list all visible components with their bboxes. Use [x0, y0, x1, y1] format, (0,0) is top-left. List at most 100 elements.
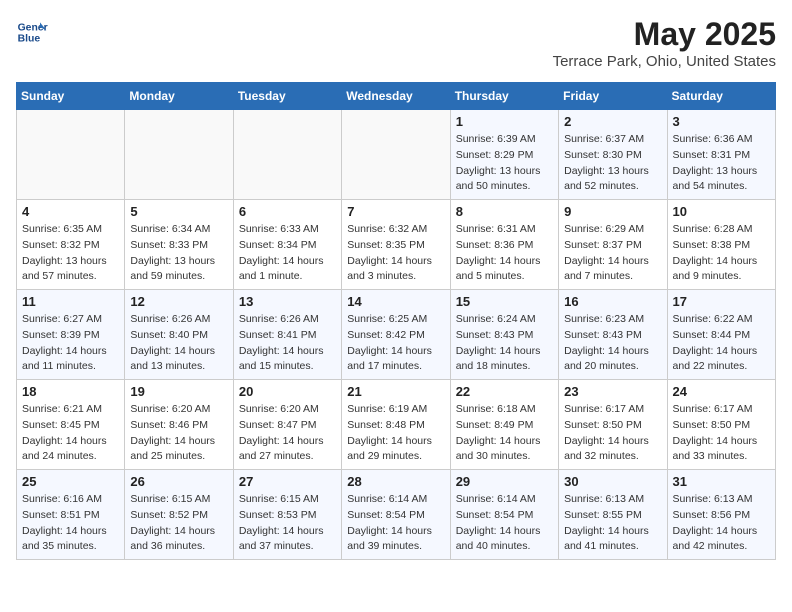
day-number: 25	[22, 474, 119, 489]
calendar-header: SundayMondayTuesdayWednesdayThursdayFrid…	[17, 83, 776, 110]
day-number: 12	[130, 294, 227, 309]
day-info: Sunrise: 6:13 AM Sunset: 8:56 PM Dayligh…	[673, 492, 770, 555]
subtitle: Terrace Park, Ohio, United States	[553, 53, 776, 70]
day-info: Sunrise: 6:27 AM Sunset: 8:39 PM Dayligh…	[22, 312, 119, 375]
title-block: May 2025 Terrace Park, Ohio, United Stat…	[553, 16, 776, 70]
day-number: 17	[673, 294, 770, 309]
day-number: 28	[347, 474, 444, 489]
day-info: Sunrise: 6:25 AM Sunset: 8:42 PM Dayligh…	[347, 312, 444, 375]
day-number: 15	[456, 294, 553, 309]
week-row-1: 1 Sunrise: 6:39 AM Sunset: 8:29 PM Daylig…	[17, 110, 776, 200]
header-day-wednesday: Wednesday	[342, 83, 450, 110]
calendar-cell: 6Sunrise: 6:33 AM Sunset: 8:34 PM Daylig…	[233, 200, 341, 290]
day-info: Sunrise: 6:14 AM Sunset: 8:54 PM Dayligh…	[456, 492, 553, 555]
day-info: Sunrise: 6:26 AM Sunset: 8:41 PM Dayligh…	[239, 312, 336, 375]
day-info: Sunrise: 6:21 AM Sunset: 8:45 PM Dayligh…	[22, 402, 119, 465]
header-day-friday: Friday	[559, 83, 667, 110]
calendar-cell: 11 Sunrise: 6:27 AM Sunset: 8:39 PM Dayli…	[17, 290, 125, 380]
calendar-cell: 29 Sunrise: 6:14 AM Sunset: 8:54 PM Dayli…	[450, 470, 558, 560]
logo-icon: General Blue	[16, 16, 48, 48]
day-info: Sunrise: 6:29 AM Sunset: 8:37 PM Dayligh…	[564, 222, 661, 285]
day-number: 19	[130, 384, 227, 399]
calendar-cell: 3 Sunrise: 6:36 AM Sunset: 8:31 PM Daylig…	[667, 110, 775, 200]
header-day-tuesday: Tuesday	[233, 83, 341, 110]
calendar-cell: 30 Sunrise: 6:13 AM Sunset: 8:55 PM Dayli…	[559, 470, 667, 560]
header-day-saturday: Saturday	[667, 83, 775, 110]
calendar-cell: 10Sunrise: 6:28 AM Sunset: 8:38 PM Dayli…	[667, 200, 775, 290]
day-number: 29	[456, 474, 553, 489]
day-number: 14	[347, 294, 444, 309]
day-number: 16	[564, 294, 661, 309]
calendar-cell: 4 Sunrise: 6:35 AM Sunset: 8:32 PM Daylig…	[17, 200, 125, 290]
day-number: 11	[22, 294, 119, 309]
day-info: Sunrise: 6:17 AM Sunset: 8:50 PM Dayligh…	[673, 402, 770, 465]
header-day-thursday: Thursday	[450, 83, 558, 110]
day-info: Sunrise: 6:20 AM Sunset: 8:47 PM Dayligh…	[239, 402, 336, 465]
calendar-cell: 16 Sunrise: 6:23 AM Sunset: 8:43 PM Dayli…	[559, 290, 667, 380]
calendar-table: SundayMondayTuesdayWednesdayThursdayFrid…	[16, 82, 776, 560]
day-info: Sunrise: 6:16 AM Sunset: 8:51 PM Dayligh…	[22, 492, 119, 555]
calendar-cell: 2Sunrise: 6:37 AM Sunset: 8:30 PM Daylig…	[559, 110, 667, 200]
main-title: May 2025	[553, 16, 776, 53]
page-header: General Blue May 2025 Terrace Park, Ohio…	[16, 16, 776, 70]
day-info: Sunrise: 6:14 AM Sunset: 8:54 PM Dayligh…	[347, 492, 444, 555]
calendar-cell: 8 Sunrise: 6:31 AM Sunset: 8:36 PM Daylig…	[450, 200, 558, 290]
calendar-cell: 12 Sunrise: 6:26 AM Sunset: 8:40 PM Dayli…	[125, 290, 233, 380]
calendar-cell: 27Sunrise: 6:15 AM Sunset: 8:53 PM Dayli…	[233, 470, 341, 560]
day-number: 10	[673, 204, 770, 219]
day-info: Sunrise: 6:18 AM Sunset: 8:49 PM Dayligh…	[456, 402, 553, 465]
week-row-3: 11 Sunrise: 6:27 AM Sunset: 8:39 PM Dayli…	[17, 290, 776, 380]
day-number: 1	[456, 114, 553, 129]
day-number: 7	[347, 204, 444, 219]
day-info: Sunrise: 6:34 AM Sunset: 8:33 PM Dayligh…	[130, 222, 227, 285]
calendar-cell: 22 Sunrise: 6:18 AM Sunset: 8:49 PM Dayli…	[450, 380, 558, 470]
calendar-cell: 18 Sunrise: 6:21 AM Sunset: 8:45 PM Dayli…	[17, 380, 125, 470]
day-number: 5	[130, 204, 227, 219]
day-info: Sunrise: 6:36 AM Sunset: 8:31 PM Dayligh…	[673, 132, 770, 195]
day-number: 24	[673, 384, 770, 399]
day-info: Sunrise: 6:13 AM Sunset: 8:55 PM Dayligh…	[564, 492, 661, 555]
day-info: Sunrise: 6:20 AM Sunset: 8:46 PM Dayligh…	[130, 402, 227, 465]
day-number: 9	[564, 204, 661, 219]
header-day-monday: Monday	[125, 83, 233, 110]
svg-text:Blue: Blue	[18, 34, 41, 45]
day-number: 18	[22, 384, 119, 399]
calendar-cell: 7 Sunrise: 6:32 AM Sunset: 8:35 PM Daylig…	[342, 200, 450, 290]
day-info: Sunrise: 6:35 AM Sunset: 8:32 PM Dayligh…	[22, 222, 119, 285]
header-row: SundayMondayTuesdayWednesdayThursdayFrid…	[17, 83, 776, 110]
day-info: Sunrise: 6:39 AM Sunset: 8:29 PM Dayligh…	[456, 132, 553, 195]
day-info: Sunrise: 6:19 AM Sunset: 8:48 PM Dayligh…	[347, 402, 444, 465]
day-info: Sunrise: 6:22 AM Sunset: 8:44 PM Dayligh…	[673, 312, 770, 375]
calendar-cell	[342, 110, 450, 200]
calendar-cell: 20Sunrise: 6:20 AM Sunset: 8:47 PM Dayli…	[233, 380, 341, 470]
calendar-cell: 13 Sunrise: 6:26 AM Sunset: 8:41 PM Dayli…	[233, 290, 341, 380]
day-number: 4	[22, 204, 119, 219]
calendar-cell	[125, 110, 233, 200]
day-info: Sunrise: 6:31 AM Sunset: 8:36 PM Dayligh…	[456, 222, 553, 285]
day-number: 31	[673, 474, 770, 489]
day-info: Sunrise: 6:23 AM Sunset: 8:43 PM Dayligh…	[564, 312, 661, 375]
header-day-sunday: Sunday	[17, 83, 125, 110]
day-info: Sunrise: 6:33 AM Sunset: 8:34 PM Dayligh…	[239, 222, 336, 285]
calendar-cell: 23Sunrise: 6:17 AM Sunset: 8:50 PM Dayli…	[559, 380, 667, 470]
day-number: 3	[673, 114, 770, 129]
day-number: 2	[564, 114, 661, 129]
day-info: Sunrise: 6:26 AM Sunset: 8:40 PM Dayligh…	[130, 312, 227, 375]
day-number: 27	[239, 474, 336, 489]
day-number: 8	[456, 204, 553, 219]
day-number: 30	[564, 474, 661, 489]
week-row-2: 4 Sunrise: 6:35 AM Sunset: 8:32 PM Daylig…	[17, 200, 776, 290]
day-number: 26	[130, 474, 227, 489]
logo: General Blue	[16, 16, 48, 48]
day-number: 22	[456, 384, 553, 399]
calendar-cell: 24 Sunrise: 6:17 AM Sunset: 8:50 PM Dayli…	[667, 380, 775, 470]
calendar-cell: 19 Sunrise: 6:20 AM Sunset: 8:46 PM Dayli…	[125, 380, 233, 470]
calendar-body: 1 Sunrise: 6:39 AM Sunset: 8:29 PM Daylig…	[17, 110, 776, 560]
day-number: 23	[564, 384, 661, 399]
calendar-cell: 17 Sunrise: 6:22 AM Sunset: 8:44 PM Dayli…	[667, 290, 775, 380]
calendar-cell: 9 Sunrise: 6:29 AM Sunset: 8:37 PM Daylig…	[559, 200, 667, 290]
day-number: 13	[239, 294, 336, 309]
calendar-cell: 14 Sunrise: 6:25 AM Sunset: 8:42 PM Dayli…	[342, 290, 450, 380]
calendar-cell	[17, 110, 125, 200]
day-info: Sunrise: 6:32 AM Sunset: 8:35 PM Dayligh…	[347, 222, 444, 285]
